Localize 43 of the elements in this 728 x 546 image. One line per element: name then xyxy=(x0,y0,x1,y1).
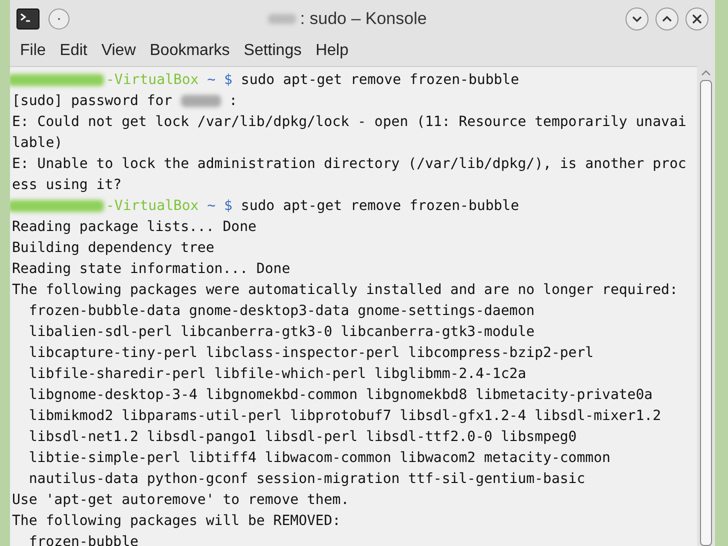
output-line: Reading package lists... Done xyxy=(12,219,256,235)
output-line: : xyxy=(229,93,238,109)
prompt-path: ~ $ xyxy=(207,72,232,88)
output-line: libalien-sdl-perl libcanberra-gtk3-0 libcanberra-gtk3-module xyxy=(28,324,535,340)
redacted-blur xyxy=(180,95,221,108)
window-title: : sudo – Konsole xyxy=(300,8,427,30)
output-line: E: Could not get lock /var/lib/dpkg/lock - open (11: Resource temporarily unavai xyxy=(12,114,686,130)
output-line: libtie-simple-perl libtiff4 libwacom-common libwacom2 metacity-common xyxy=(28,450,610,466)
menu-item[interactable]: Settings xyxy=(238,39,308,63)
output-line: frozen-bubble xyxy=(28,534,138,546)
output-line: The following packages will be REMOVED: xyxy=(12,513,341,529)
output-line: lable) xyxy=(12,135,63,151)
output-line: Use 'apt-get autoremove' to remove them. xyxy=(12,492,350,508)
output-line: libcapture-tiny-perl libclass-inspector-perl libcompress-bzip2-perl xyxy=(28,345,594,361)
scroll-up-icon[interactable] xyxy=(700,68,712,78)
output-line: [sudo] password for xyxy=(12,93,172,109)
command-text: sudo apt-get remove frozen-bubble xyxy=(240,72,520,88)
output-line: nautilus-data python-gconf session-migration ttf-sil-gentium-basic xyxy=(28,471,586,487)
maximize-icon[interactable] xyxy=(655,7,679,31)
output-line: libgnome-desktop-3-4 libgnomekbd-common libgnomekbd8 libmetacity-private0a xyxy=(28,387,653,403)
menu-item[interactable]: File xyxy=(14,39,52,63)
prompt-host: -VirtualBox xyxy=(106,72,199,88)
scrollbar-thumb[interactable] xyxy=(700,80,712,546)
close-icon[interactable] xyxy=(685,7,709,31)
output-line: frozen-bubble-data gnome-desktop3-data gnome-settings-daemon xyxy=(28,303,535,319)
minimize-icon[interactable] xyxy=(625,7,649,31)
menu-item[interactable]: Help xyxy=(310,39,354,63)
output-line: E: Unable to lock the administration directory (/var/lib/dpkg/), is another proc xyxy=(12,156,686,172)
menu-item[interactable]: Bookmarks xyxy=(144,39,236,63)
menu-item[interactable]: Edit xyxy=(54,39,94,63)
output-line: ess using it? xyxy=(12,177,122,193)
output-line: libmikmod2 libparams-util-perl libprotobuf7 libsdl-gfx1.2-4 libsdl-mixer1.2 xyxy=(28,408,662,424)
redacted-blur xyxy=(268,14,296,24)
output-line: libfile-sharedir-perl libfile-which-perl libglibmm-2.4-1c2a xyxy=(28,366,526,382)
output-line: Reading state information... Done xyxy=(12,261,290,277)
menu-item[interactable]: View xyxy=(95,39,142,63)
prompt-host: -VirtualBox xyxy=(106,198,199,214)
command-text: sudo apt-get remove frozen-bubble xyxy=(240,198,520,214)
output-line: The following packages were automatically installed and are no longer required: xyxy=(12,282,678,298)
terminal-icon[interactable] xyxy=(16,8,40,30)
output-line: libsdl-net1.2 libsdl-pango1 libsdl-perl libsdl-ttf2.0-0 libsmpeg0 xyxy=(28,429,577,445)
output-line: Building dependency tree xyxy=(12,240,214,256)
prompt-path: ~ $ xyxy=(207,198,232,214)
